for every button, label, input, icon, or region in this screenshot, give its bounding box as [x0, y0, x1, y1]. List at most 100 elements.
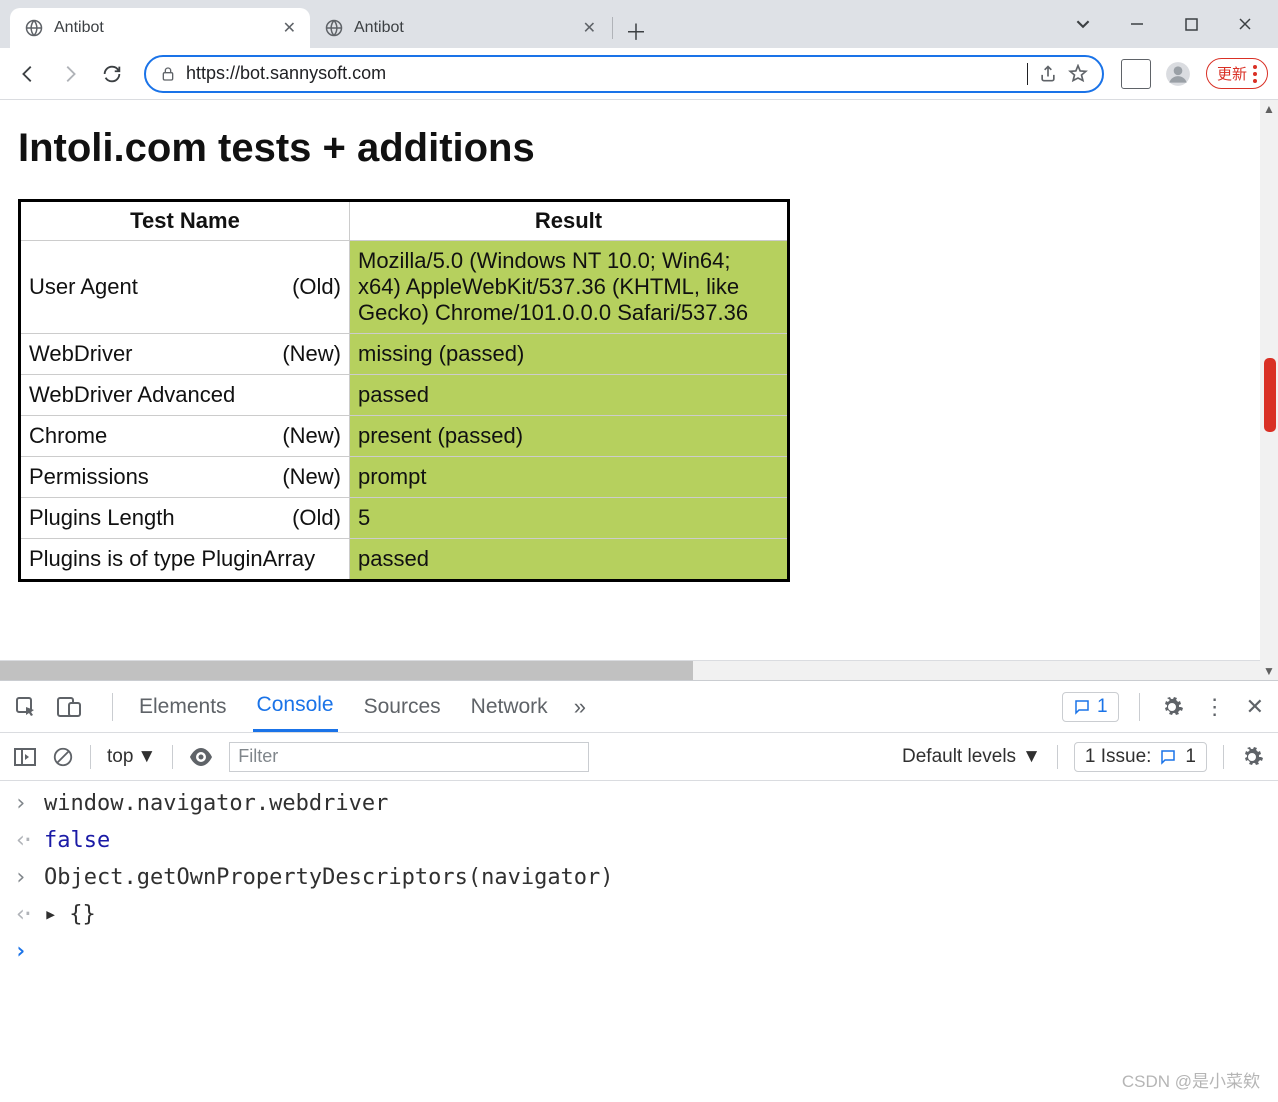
caret-down-icon: ▼ — [137, 746, 156, 768]
prompt-out-icon — [14, 828, 32, 853]
console-result: false — [44, 828, 110, 853]
more-tabs-icon[interactable]: » — [574, 694, 586, 720]
test-result-cell: 5 — [350, 498, 789, 539]
test-tag: (New) — [282, 341, 341, 367]
console-result: {} — [69, 902, 96, 927]
prompt-in-icon — [14, 865, 32, 890]
filter-input[interactable]: Filter — [229, 742, 589, 772]
maximize-button[interactable] — [1164, 4, 1218, 44]
divider — [1223, 745, 1224, 769]
text-cursor — [1027, 63, 1028, 85]
kebab-icon[interactable]: ⋮ — [1204, 694, 1226, 720]
tab-sources[interactable]: Sources — [360, 683, 445, 731]
test-tag: (Old) — [292, 274, 341, 300]
test-name-cell: Permissions(New) — [20, 457, 350, 498]
context-selector[interactable]: top ▼ — [107, 746, 156, 768]
console-output: window.navigator.webdriver false Object.… — [0, 781, 1278, 974]
profile-button[interactable] — [1160, 56, 1196, 92]
share-icon[interactable] — [1038, 64, 1058, 84]
tab-1[interactable]: Antibot ✕ — [310, 8, 610, 48]
test-name-cell: User Agent(Old) — [20, 241, 350, 334]
clear-console-icon[interactable] — [52, 746, 74, 768]
sidebar-toggle-icon[interactable] — [14, 748, 36, 766]
tab-title: Antibot — [54, 19, 273, 37]
test-name: WebDriver Advanced — [29, 382, 235, 408]
issue-label: 1 Issue: — [1085, 746, 1152, 768]
back-button[interactable] — [10, 56, 46, 92]
scroll-up-icon[interactable]: ▲ — [1260, 100, 1278, 118]
close-icon[interactable]: ✕ — [283, 18, 296, 38]
console-expression: window.navigator.webdriver — [44, 791, 388, 816]
log-levels-selector[interactable]: Default levels ▼ — [902, 746, 1041, 768]
tab-elements[interactable]: Elements — [135, 683, 231, 731]
address-bar[interactable]: https://bot.sannysoft.com — [144, 55, 1104, 93]
prompt-in-icon — [14, 791, 32, 816]
tab-network[interactable]: Network — [467, 683, 552, 731]
divider — [1057, 745, 1058, 769]
console-output-line: false — [0, 822, 1278, 859]
devtools-panel: Elements Console Sources Network » 1 ⋮ ✕… — [0, 680, 1278, 974]
tab-console[interactable]: Console — [253, 681, 338, 732]
tab-strip: Antibot ✕ Antibot ✕ ＋ — [0, 8, 1056, 48]
issues-badge[interactable]: 1 Issue: 1 — [1074, 742, 1207, 772]
extensions-button[interactable] — [1118, 56, 1154, 92]
device-icon[interactable] — [56, 696, 82, 718]
globe-icon — [324, 18, 344, 38]
table-row: WebDriver Advancedpassed — [20, 375, 789, 416]
test-name-cell: Chrome(New) — [20, 416, 350, 457]
table-row: Plugins is of type PluginArraypassed — [20, 539, 789, 581]
context-label: top — [107, 746, 133, 768]
scroll-thumb[interactable] — [1264, 358, 1276, 432]
table-row: Plugins Length(Old)5 — [20, 498, 789, 539]
console-input-line: window.navigator.webdriver — [0, 785, 1278, 822]
inspect-icon[interactable] — [14, 695, 38, 719]
update-button[interactable]: 更新 — [1206, 58, 1268, 89]
eye-icon[interactable] — [189, 748, 213, 766]
test-result-cell: missing (passed) — [350, 334, 789, 375]
test-result-cell: Mozilla/5.0 (Windows NT 10.0; Win64; x64… — [350, 241, 789, 334]
console-prompt-line[interactable]: › — [0, 933, 1278, 970]
scroll-down-icon[interactable]: ▼ — [1260, 662, 1278, 680]
table-row: User Agent(Old)Mozilla/5.0 (Windows NT 1… — [20, 241, 789, 334]
test-name-cell: Plugins Length(Old) — [20, 498, 350, 539]
minimize-button[interactable] — [1110, 4, 1164, 44]
globe-icon — [24, 18, 44, 38]
console-output-line: ▸ {} — [0, 896, 1278, 933]
tab-0[interactable]: Antibot ✕ — [10, 8, 310, 48]
tab-title: Antibot — [354, 19, 573, 37]
table-row: Permissions(New)prompt — [20, 457, 789, 498]
caret-down-icon[interactable] — [1056, 4, 1110, 44]
messages-badge[interactable]: 1 — [1062, 692, 1119, 722]
forward-button[interactable] — [52, 56, 88, 92]
scroll-thumb[interactable] — [0, 661, 693, 680]
results-table: Test Name Result User Agent(Old)Mozilla/… — [18, 199, 790, 582]
test-name: Plugins Length — [29, 505, 175, 531]
col-result: Result — [350, 201, 789, 241]
gear-icon[interactable] — [1240, 745, 1264, 769]
lock-icon — [160, 65, 176, 83]
url-text: https://bot.sannysoft.com — [186, 63, 1023, 84]
test-result-cell: present (passed) — [350, 416, 789, 457]
col-name: Test Name — [20, 201, 350, 241]
issue-count: 1 — [1185, 746, 1196, 768]
test-name-cell: WebDriver(New) — [20, 334, 350, 375]
kebab-icon — [1253, 65, 1257, 83]
gear-icon[interactable] — [1160, 695, 1184, 719]
vertical-scrollbar[interactable]: ▲ ▼ — [1260, 100, 1278, 680]
test-tag: (New) — [282, 464, 341, 490]
expand-icon[interactable]: ▸ — [44, 902, 57, 927]
reload-button[interactable] — [94, 56, 130, 92]
close-icon[interactable]: ✕ — [583, 18, 596, 38]
new-tab-button[interactable]: ＋ — [619, 14, 653, 48]
page-viewport: Intoli.com tests + additions Test Name R… — [0, 100, 1278, 680]
close-devtools-icon[interactable]: ✕ — [1246, 694, 1264, 720]
levels-label: Default levels — [902, 746, 1016, 768]
divider — [112, 693, 113, 721]
bookmark-icon[interactable] — [1068, 64, 1088, 84]
console-toolbar: top ▼ Filter Default levels ▼ 1 Issue: 1 — [0, 733, 1278, 781]
close-window-button[interactable] — [1218, 4, 1272, 44]
test-result-cell: passed — [350, 539, 789, 581]
horizontal-scrollbar[interactable] — [0, 660, 1260, 680]
msg-count: 1 — [1097, 696, 1108, 718]
test-name-cell: WebDriver Advanced — [20, 375, 350, 416]
